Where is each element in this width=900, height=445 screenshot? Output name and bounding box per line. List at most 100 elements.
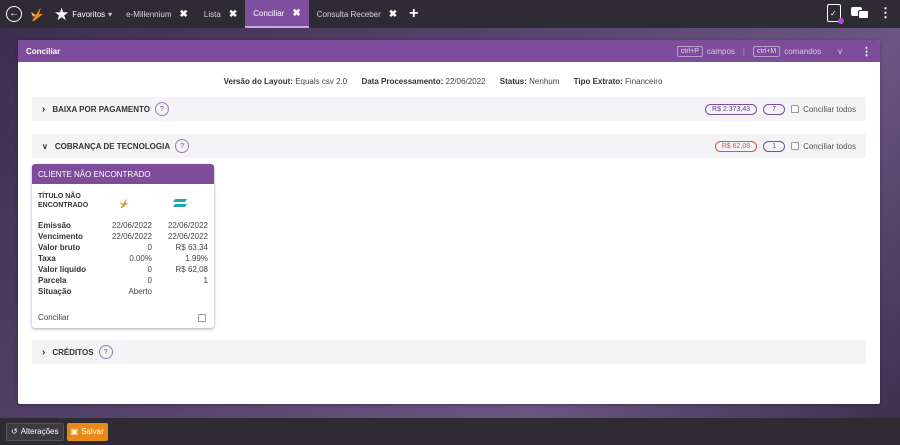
back-icon[interactable]: ← [6, 6, 22, 22]
table-row: Taxa 0.00% 1.99% [38, 253, 208, 264]
check-icon: ✓ [830, 9, 837, 18]
checkbox[interactable] [791, 142, 800, 150]
millennium-value: 0 [147, 265, 152, 274]
millennium-logo-icon[interactable] [30, 6, 44, 22]
chevron-down-icon[interactable]: ∨ [837, 47, 843, 56]
floppy-disk-icon: ▣ [70, 427, 79, 436]
millennium-source-icon [96, 192, 152, 214]
add-tab-button[interactable]: + [409, 5, 418, 23]
section-title: COBRANÇA DE TECNOLOGIA [54, 141, 171, 151]
commands-shortcut-key[interactable]: ctrl+M [752, 45, 781, 57]
table-row: Valor bruto 0 R$ 63,34 [38, 242, 208, 253]
card-header: CLIENTE NÃO ENCONTRADO [32, 164, 214, 184]
date-label: Data Processamento: [361, 77, 444, 86]
chevron-right-icon[interactable]: › [42, 347, 45, 358]
equals-value [152, 286, 208, 297]
row-label: Taxa [38, 254, 56, 263]
equals-value: R$ 63,34 [175, 243, 208, 252]
amount-badge: R$ 2.373,43 [705, 103, 758, 115]
section-cobranca-de-tecnologia[interactable]: ∨ COBRANÇA DE TECNOLOGIA ? R$ 62,08 1 Co… [32, 134, 866, 158]
chevron-down-icon: ▾ [108, 9, 113, 19]
chevron-down-icon[interactable]: ∨ [42, 142, 48, 151]
bottom-action-bar: ↺ Alterações ▣ Salvar [0, 418, 900, 445]
section-title: BAIXA POR PAGAMENTO [52, 104, 150, 114]
tab-label: Conciliar [253, 8, 285, 18]
star-icon: ★ [54, 4, 70, 24]
extract-type-value: Financeiro [625, 77, 663, 86]
date-value: 22/06/2022 [445, 77, 486, 86]
conciliate-checkbox[interactable] [198, 313, 206, 322]
help-icon[interactable]: ? [98, 345, 113, 359]
top-bar: ← ★ Favoritos ▾ e-Millennium ✖ Lista ✖ C… [0, 0, 900, 28]
tab-lista[interactable]: Lista ✖ [196, 0, 245, 28]
table-row: Valor líquido 0 R$ 62,08 [38, 264, 208, 275]
equals-value: R$ 62,08 [175, 265, 208, 274]
shortcut-separator: | [742, 46, 745, 56]
tab-label: Lista [203, 9, 221, 19]
tab-label: e-Millennium [126, 9, 172, 19]
chevron-right-icon[interactable]: › [42, 104, 45, 115]
processing-info: Versão do Layout: Equals csv 2.0 Data Pr… [18, 77, 880, 86]
close-icon[interactable]: ✖ [292, 8, 300, 19]
tab-e-millennium[interactable]: e-Millennium ✖ [118, 0, 196, 28]
fields-shortcut-key[interactable]: ctrl+P [676, 45, 703, 57]
equals-value: 1.99% [185, 254, 208, 263]
table-row: Situação Aberto [38, 286, 208, 297]
section-creditos[interactable]: › CRÉDITOS ? [32, 340, 866, 364]
conciliate-all-checkbox[interactable]: Conciliar todos [791, 142, 856, 151]
row-label: Vencimento [38, 232, 83, 241]
notification-dot [838, 18, 844, 24]
changes-label: Alterações [20, 427, 59, 436]
millennium-logo-icon [119, 198, 129, 208]
millennium-value: 0 [147, 276, 152, 285]
fields-shortcut-label[interactable]: campos [707, 47, 735, 56]
equals-value: 1 [203, 276, 208, 285]
equals-source-icon [152, 192, 208, 214]
card-subheader: TÍTULO NÃO ENCONTRADO [32, 184, 214, 214]
millennium-value: 22/06/2022 [111, 221, 152, 230]
equals-value: 22/06/2022 [167, 221, 208, 230]
section-baixa-por-pagamento[interactable]: › BAIXA POR PAGAMENTO ? R$ 2.373,43 7 Co… [32, 97, 866, 121]
conciliate-label: Conciliar [38, 313, 70, 322]
clipboard-icon[interactable]: ✓ [827, 4, 844, 24]
commands-shortcut-label[interactable]: comandos [784, 47, 821, 56]
help-icon[interactable]: ? [154, 102, 169, 116]
status-label: Status: [499, 77, 527, 86]
status-value: Nenhum [529, 77, 560, 86]
chat-icon[interactable] [851, 7, 869, 19]
table-row: Vencimento 22/06/2022 22/06/2022 [38, 231, 208, 242]
card-subtitle-line: ENCONTRADO [38, 202, 89, 209]
close-icon[interactable]: ✖ [229, 9, 237, 20]
history-icon: ↺ [11, 427, 18, 436]
shortcut-hints: ctrl+P campos | ctrl+M comandos ∨ ⋮ [676, 45, 872, 58]
unmatched-client-card: CLIENTE NÃO ENCONTRADO TÍTULO NÃO ENCONT… [32, 164, 214, 328]
top-right-actions: ✓ ⋮ [827, 4, 892, 24]
card-values-table: Emissão 22/06/2022 22/06/2022 Vencimento 22… [38, 220, 208, 297]
conciliar-panel: Conciliar ctrl+P campos | ctrl+M comando… [18, 40, 880, 404]
favorites-label: Favoritos [72, 9, 106, 19]
conciliate-all-checkbox[interactable]: Conciliar todos [791, 105, 856, 114]
panel-menu-icon[interactable]: ⋮ [861, 45, 872, 58]
count-badge: 7 [763, 103, 786, 115]
conciliate-all-label: Conciliar todos [803, 141, 856, 151]
checkbox[interactable] [791, 105, 800, 113]
layout-value: Equals csv 2.0 [295, 77, 348, 86]
tab-consulta-receber[interactable]: Consulta Receber ✖ [309, 0, 405, 28]
millennium-value: 22/06/2022 [111, 232, 152, 241]
close-icon[interactable]: ✖ [389, 9, 397, 20]
save-button[interactable]: ▣ Salvar [66, 422, 108, 441]
layout-label: Versão do Layout: [223, 77, 293, 86]
close-icon[interactable]: ✖ [180, 9, 188, 20]
card-subtitle: TÍTULO NÃO ENCONTRADO [38, 192, 96, 214]
card-subtitle-line: TÍTULO NÃO [38, 193, 81, 200]
section-title: CRÉDITOS [52, 347, 94, 357]
help-icon[interactable]: ? [175, 139, 190, 153]
row-label: Situação [38, 287, 72, 296]
tab-conciliar[interactable]: Conciliar ✖ [245, 0, 309, 28]
favorites-menu[interactable]: ★ Favoritos ▾ [54, 6, 112, 23]
save-label: Salvar [81, 427, 104, 436]
millennium-value: Aberto [128, 287, 152, 296]
card-footer: Conciliar [38, 313, 206, 322]
changes-button[interactable]: ↺ Alterações [6, 422, 64, 441]
more-menu-icon[interactable]: ⋮ [879, 5, 892, 21]
